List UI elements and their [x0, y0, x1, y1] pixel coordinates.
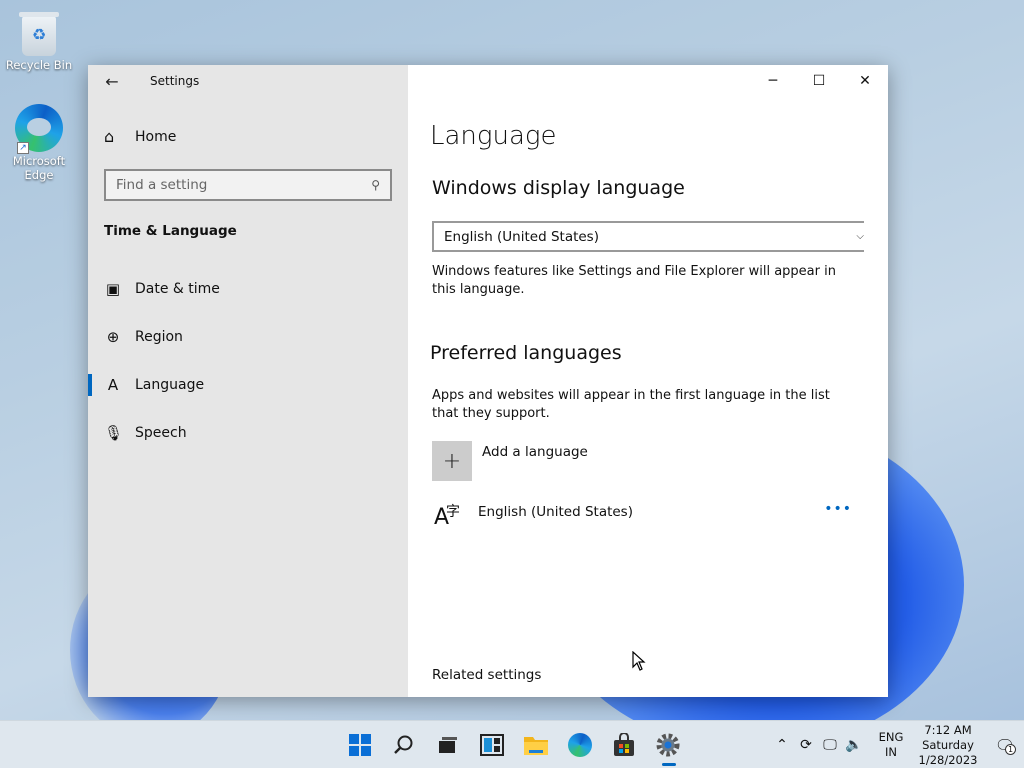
- titlebar: ← Settings: [88, 65, 408, 97]
- sidebar: ← Settings ⌂ Home Find a setting ⚲ Time …: [88, 65, 408, 697]
- settings-window: ← Settings ⌂ Home Find a setting ⚲ Time …: [88, 65, 888, 697]
- preferred-languages-description: Apps and websites will appear in the fir…: [432, 388, 830, 421]
- plus-icon: +: [432, 441, 472, 481]
- settings-button[interactable]: [646, 721, 690, 768]
- add-language-button[interactable]: + Add a language: [432, 441, 588, 481]
- close-button[interactable]: ✕: [842, 65, 888, 97]
- task-view-icon: [439, 737, 457, 753]
- input-language-indicator[interactable]: ENG IN: [872, 730, 910, 760]
- folder-icon: [524, 737, 548, 755]
- back-arrow-icon: ←: [105, 71, 119, 91]
- sidebar-nav: ▣ Date & time ⊕ Region A Language 🎙 Spee…: [88, 265, 408, 457]
- minimize-button[interactable]: ─: [750, 65, 796, 97]
- language-name: English (United States): [478, 504, 633, 520]
- sidebar-item-language[interactable]: A Language: [88, 361, 408, 409]
- language-icon: A字: [434, 504, 460, 530]
- clock-date: 1/28/2023: [918, 752, 978, 767]
- desktop-icon-recycle-bin[interactable]: ♻ Recycle Bin: [2, 10, 76, 72]
- sidebar-item-region[interactable]: ⊕ Region: [88, 313, 408, 361]
- lang-code: ENG: [878, 730, 904, 744]
- window-controls: ─ ☐ ✕: [750, 65, 888, 97]
- desktop-icon-edge[interactable]: ↗ Microsoft Edge: [2, 104, 76, 182]
- desktop-icon-label: Microsoft Edge: [12, 154, 66, 182]
- display-language-value: English (United States): [444, 228, 599, 245]
- recycle-bin-icon: ♻: [19, 12, 59, 56]
- microphone-icon: 🎙: [104, 424, 124, 442]
- edge-button[interactable]: [558, 721, 602, 768]
- display-language-description: Windows features like Settings and File …: [432, 264, 836, 297]
- taskbar: ⌃ ⟳ 🖵 🔈 ENG IN 7:12 AM Saturday 1/28/202…: [0, 720, 1024, 768]
- display-language-heading: Windows display language: [432, 177, 685, 199]
- gear-icon: [656, 733, 680, 757]
- widgets-icon: [480, 734, 504, 756]
- preferred-languages-heading: Preferred languages: [430, 342, 622, 364]
- windows-logo-icon: [349, 734, 371, 756]
- maximize-button[interactable]: ☐: [796, 65, 842, 97]
- sidebar-item-label: Home: [135, 128, 177, 145]
- sync-error-icon[interactable]: ⟳: [795, 737, 817, 753]
- home-icon: ⌂: [104, 127, 115, 146]
- add-language-label: Add a language: [482, 444, 588, 460]
- store-button[interactable]: [602, 721, 646, 768]
- language-list-item[interactable]: A字 English (United States) •••: [432, 501, 862, 541]
- clock[interactable]: 7:12 AM Saturday 1/28/2023: [910, 723, 986, 768]
- minimize-icon: ─: [768, 73, 778, 89]
- lang-region: IN: [885, 745, 897, 759]
- chevron-down-icon: ⌵: [856, 231, 864, 242]
- edge-icon: [568, 733, 592, 757]
- sidebar-item-speech[interactable]: 🎙 Speech: [88, 409, 408, 457]
- page-title: Language: [430, 121, 557, 151]
- search-placeholder: Find a setting: [116, 177, 208, 193]
- sidebar-item-home[interactable]: ⌂ Home: [104, 127, 176, 146]
- section-title: Time & Language: [104, 223, 237, 239]
- shortcut-arrow-icon: ↗: [17, 142, 29, 154]
- taskbar-search-button[interactable]: [382, 721, 426, 768]
- edge-icon: ↗: [15, 104, 63, 154]
- clock-day: Saturday: [922, 737, 974, 752]
- search-input[interactable]: Find a setting ⚲: [104, 169, 392, 201]
- sidebar-item-label: Speech: [135, 425, 187, 441]
- language-icon: A: [107, 376, 119, 394]
- chevron-up-icon[interactable]: ⌃: [771, 737, 793, 753]
- window-title: Settings: [150, 74, 200, 88]
- search-icon: [394, 735, 413, 754]
- display-language-select[interactable]: English (United States) ⌵: [432, 221, 864, 252]
- desktop-icon-label: Recycle Bin: [5, 58, 73, 72]
- store-icon: [614, 733, 634, 756]
- widgets-button[interactable]: [470, 721, 514, 768]
- notification-button[interactable]: 1 🗨: [986, 736, 1024, 755]
- sidebar-item-label: Language: [135, 377, 205, 393]
- sidebar-item-label: Date & time: [135, 281, 220, 297]
- maximize-icon: ☐: [812, 73, 826, 89]
- close-icon: ✕: [859, 73, 871, 89]
- notification-count: 1: [1005, 743, 1016, 755]
- sidebar-item-date-time[interactable]: ▣ Date & time: [88, 265, 408, 313]
- clock-time: 7:12 AM: [924, 722, 972, 737]
- back-button[interactable]: ←: [88, 65, 136, 97]
- task-view-button[interactable]: [426, 721, 470, 768]
- taskbar-apps: [338, 721, 690, 768]
- globe-icon: ⊕: [106, 328, 120, 346]
- start-button[interactable]: [338, 721, 382, 768]
- search-icon: ⚲: [371, 178, 380, 192]
- calendar-clock-icon: ▣: [105, 280, 121, 298]
- volume-muted-icon[interactable]: 🔈: [843, 737, 865, 753]
- related-settings-heading: Related settings: [432, 667, 542, 683]
- network-icon[interactable]: 🖵: [819, 737, 841, 753]
- sidebar-item-label: Region: [135, 329, 183, 345]
- loading-dots-icon: •••: [824, 501, 852, 517]
- main-content: ─ ☐ ✕ Language Windows display language …: [408, 65, 888, 697]
- file-explorer-button[interactable]: [514, 721, 558, 768]
- system-tray: ⌃ ⟳ 🖵 🔈 ENG IN 7:12 AM Saturday 1/28/202…: [770, 721, 1024, 768]
